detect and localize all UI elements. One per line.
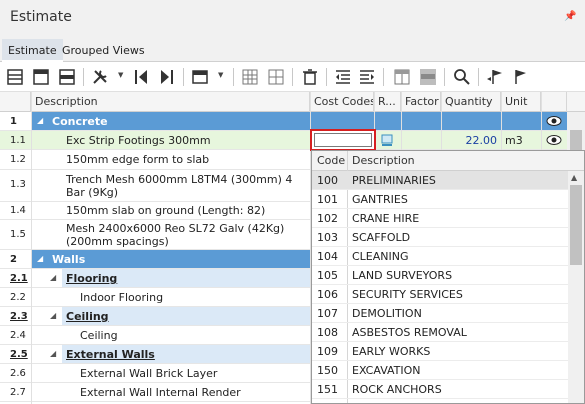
group-label: Walls: [52, 253, 86, 266]
dropdown-option[interactable]: 102 CRANE HIRE: [312, 209, 568, 228]
dropdown-option[interactable]: 151 ROCK ANCHORS: [312, 380, 568, 399]
row-number: 1.2: [10, 154, 26, 165]
table-row[interactable]: 1.1 Exc Strip Footings 300mm 22.00 m3: [0, 131, 585, 150]
eye-icon[interactable]: [546, 134, 562, 146]
table-icon[interactable]: [190, 67, 210, 87]
dropdown-option[interactable]: 104 CLEANING: [312, 247, 568, 266]
dropdown-header: Code Description: [312, 151, 584, 171]
cost-code-input[interactable]: [314, 133, 372, 147]
tab-bar: Estimate Grouped Views: [0, 36, 585, 62]
dropdown-option[interactable]: 108 ASBESTOS REMOVAL: [312, 323, 568, 342]
table-row[interactable]: 1 ◢ Concrete: [0, 112, 585, 131]
scroll-up-icon[interactable]: ▲: [571, 173, 577, 182]
dropdown-option[interactable]: 107 DEMOLITION: [312, 304, 568, 323]
table-dropdown-icon[interactable]: ▼: [218, 71, 223, 79]
pin-icon[interactable]: 📌: [564, 11, 576, 22]
view-footer-icon[interactable]: [57, 67, 77, 87]
row-number: 1.1: [10, 135, 26, 146]
indent-in-icon[interactable]: [357, 67, 377, 87]
subgroup-label: Flooring: [66, 272, 118, 285]
dropdown-option[interactable]: 103 SCAFFOLD: [312, 228, 568, 247]
row-description[interactable]: Indoor Flooring: [80, 291, 163, 304]
toolbar: ▼ ▼: [0, 62, 585, 92]
rows-icon[interactable]: [418, 67, 438, 87]
cost-code-editor: [310, 129, 376, 151]
row-quantity[interactable]: 22.00: [441, 134, 498, 147]
row-number: 2.5: [10, 349, 28, 360]
col-description[interactable]: Description: [31, 92, 310, 112]
rate-icon[interactable]: [381, 134, 393, 147]
tools-dropdown-icon[interactable]: ▼: [118, 71, 123, 79]
collapse-icon[interactable]: ◢: [50, 273, 56, 282]
row-number: 1.4: [10, 205, 26, 216]
row-description[interactable]: Ceiling: [80, 329, 118, 342]
row-number: 2.3: [10, 311, 28, 322]
row-number: 2: [10, 254, 17, 265]
group-label: Concrete: [52, 115, 108, 128]
tab-estimate[interactable]: Estimate: [2, 39, 63, 62]
row-description[interactable]: Trench Mesh 6000mm L8TM4 (300mm) 4 Bar (…: [66, 173, 308, 199]
collapse-icon[interactable]: ◢: [50, 311, 56, 320]
tools-icon[interactable]: [90, 67, 110, 87]
row-unit[interactable]: m3: [505, 134, 523, 147]
row-number: 2.2: [10, 292, 26, 303]
grid-alt-icon[interactable]: [266, 67, 286, 87]
dropdown-option[interactable]: 109 EARLY WORKS: [312, 342, 568, 361]
cost-code-dropdown: Code Description 100 PRELIMINARIES 101 GAN…: [311, 150, 585, 404]
eye-icon[interactable]: [546, 115, 562, 127]
row-number: 2.6: [10, 368, 26, 379]
window-title: Estimate: [10, 9, 72, 25]
row-description[interactable]: 150mm edge form to slab: [66, 153, 209, 166]
col-factor[interactable]: Factor: [401, 92, 441, 112]
tab-grouped-views[interactable]: Grouped Views: [56, 39, 151, 62]
col-r[interactable]: R...: [374, 92, 401, 112]
row-description[interactable]: Mesh 2400x6000 Reo SL72 Galv (42Kg) (200…: [66, 222, 308, 248]
row-number: 2.1: [10, 273, 28, 284]
dropdown-col-description: Description: [352, 154, 415, 167]
col-unit[interactable]: Unit: [501, 92, 541, 112]
row-number: 2.7: [10, 387, 26, 398]
flag-icon[interactable]: [511, 67, 531, 87]
dropdown-option[interactable]: 101 GANTRIES: [312, 190, 568, 209]
view-list-icon[interactable]: [5, 67, 25, 87]
collapse-icon[interactable]: ◢: [37, 116, 43, 125]
dropdown-option[interactable]: 100 PRELIMINARIES: [312, 171, 568, 190]
grid-icon[interactable]: [240, 67, 260, 87]
row-number: 1: [10, 116, 17, 127]
dropdown-option[interactable]: 105 LAND SURVEYORS: [312, 266, 568, 285]
next-icon[interactable]: [157, 67, 177, 87]
row-description[interactable]: External Wall Internal Render: [80, 386, 241, 399]
prev-icon[interactable]: [131, 67, 151, 87]
dropdown-option[interactable]: 106 SECURITY SERVICES: [312, 285, 568, 304]
row-number: 1.5: [10, 229, 26, 240]
collapse-icon[interactable]: ◢: [50, 349, 56, 358]
subgroup-label: Ceiling: [66, 310, 109, 323]
view-header-icon[interactable]: [31, 67, 51, 87]
subgroup-label: External Walls: [66, 348, 155, 361]
row-description[interactable]: 150mm slab on ground (Length: 82): [66, 204, 265, 217]
row-description[interactable]: External Wall Brick Layer: [80, 367, 217, 380]
dropdown-scrollbar[interactable]: ▲: [568, 171, 584, 403]
grid-header: Description Cost Codes R... Factor Quant…: [0, 92, 585, 112]
row-number: 2.4: [10, 330, 26, 341]
flag-back-icon[interactable]: [485, 67, 505, 87]
window-title-bar: Estimate 📌: [0, 0, 585, 36]
row-description[interactable]: Exc Strip Footings 300mm: [66, 134, 211, 147]
indent-out-icon[interactable]: [333, 67, 353, 87]
search-icon[interactable]: [452, 67, 472, 87]
col-cost-codes[interactable]: Cost Codes: [310, 92, 374, 112]
dropdown-col-code: Code: [317, 154, 346, 167]
delete-icon[interactable]: [300, 67, 320, 87]
columns-icon[interactable]: [392, 67, 412, 87]
row-number: 1.3: [10, 179, 26, 190]
dropdown-option[interactable]: 150 EXCAVATION: [312, 361, 568, 380]
collapse-icon[interactable]: ◢: [37, 254, 43, 263]
col-quantity[interactable]: Quantity: [441, 92, 501, 112]
